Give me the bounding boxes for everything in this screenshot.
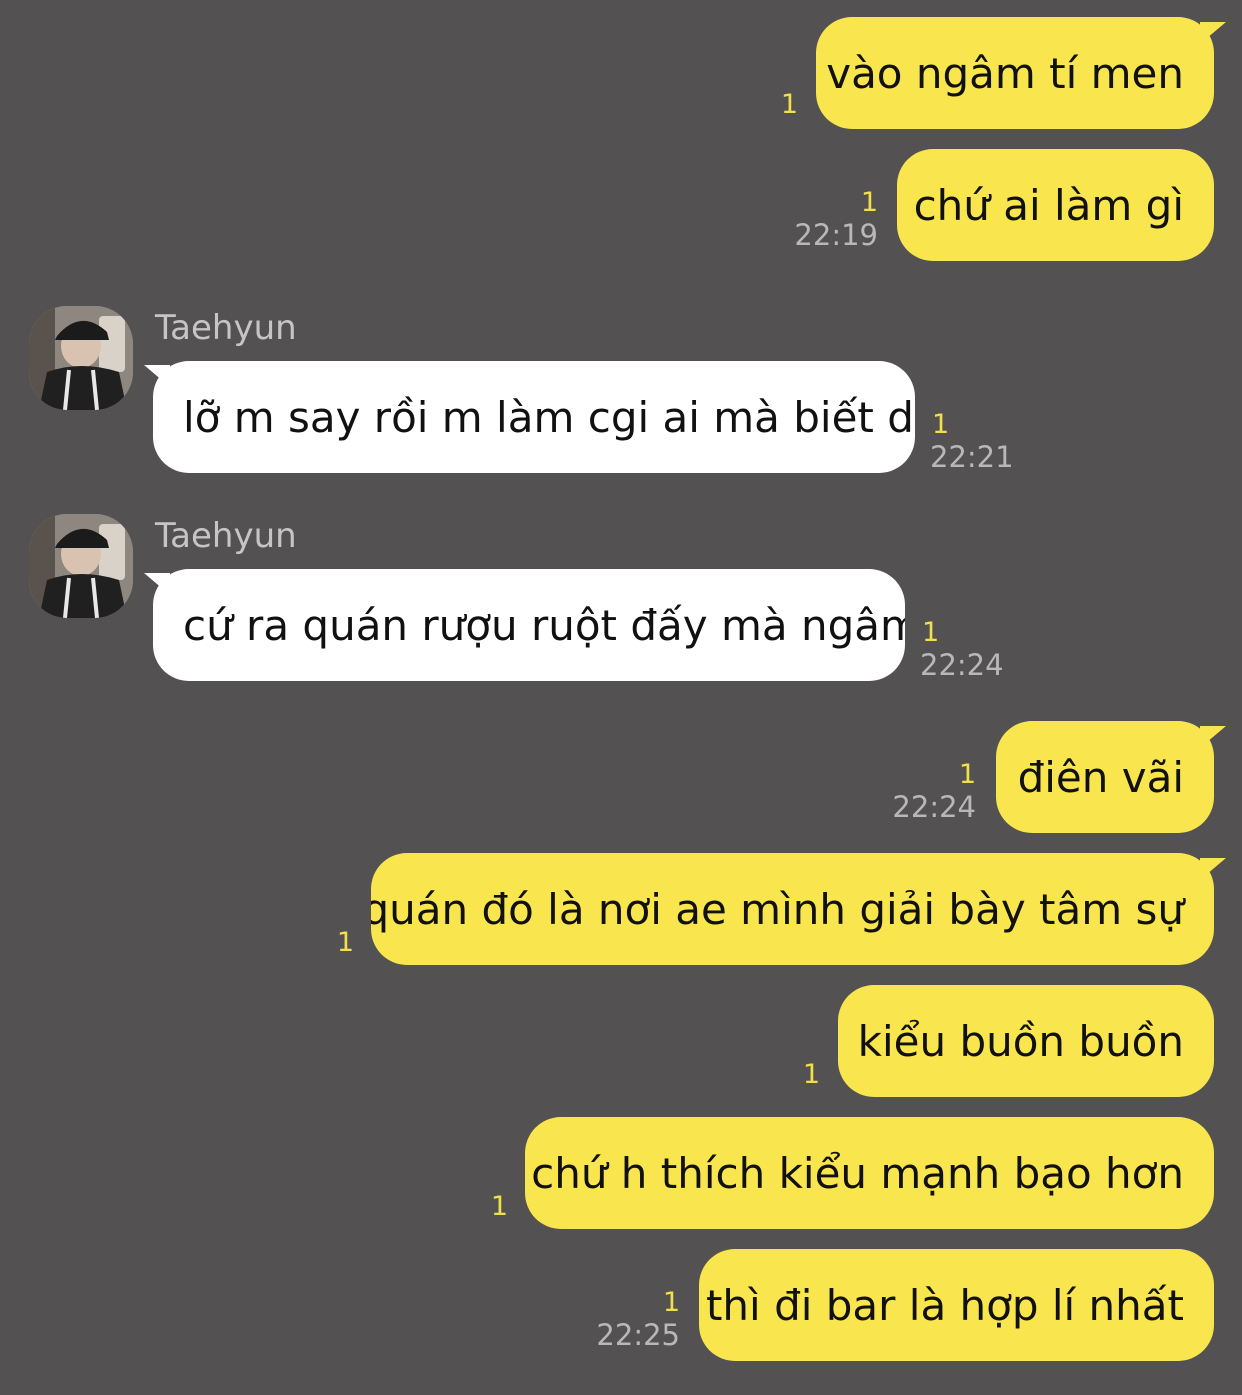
message-bubble-outgoing[interactable]: chứ h thích kiểu mạnh bạo hơn — [525, 1117, 1214, 1229]
sender-avatar[interactable] — [29, 514, 133, 618]
message-meta: 1 22:21 — [930, 409, 1030, 475]
message-meta: 1 — [740, 90, 798, 120]
message-text: vào ngâm tí men — [826, 48, 1184, 98]
message-bubble-incoming[interactable]: lỡ m say rồi m làm cgi ai mà biết dc — [153, 361, 915, 473]
unread-count: 1 — [780, 89, 798, 120]
message-text: cứ ra quán rượu ruột đấy mà ngâm — [183, 600, 905, 650]
message-meta: 1 22:19 — [780, 187, 878, 253]
message-meta: 1 — [300, 928, 354, 958]
unread-count: 1 — [802, 1059, 820, 1090]
message-text: chứ ai làm gì — [913, 180, 1184, 230]
timestamp: 22:24 — [920, 648, 1004, 682]
message-bubble-outgoing[interactable]: vào ngâm tí men — [816, 17, 1214, 129]
message-text: kiểu buồn buồn — [857, 1016, 1184, 1066]
message-bubble-incoming[interactable]: cứ ra quán rượu ruột đấy mà ngâm — [153, 569, 905, 681]
message-meta: 1 22:25 — [580, 1287, 680, 1353]
unread-count: 1 — [922, 617, 940, 648]
bubble-tail — [1200, 726, 1226, 748]
unread-count: 1 — [490, 1191, 508, 1222]
timestamp: 22:21 — [930, 440, 1014, 474]
unread-count: 1 — [860, 187, 878, 218]
timestamp: 22:25 — [596, 1318, 680, 1352]
message-bubble-outgoing[interactable]: quán đó là nơi ae mình giải bày tâm sự — [371, 853, 1214, 965]
message-text: thì đi bar là hợp lí nhất — [705, 1280, 1184, 1330]
bubble-tail — [1200, 858, 1226, 880]
message-text: lỡ m say rồi m làm cgi ai mà biết dc — [183, 392, 915, 442]
chat-area[interactable]: 1 vào ngâm tí men 1 22:19 chứ ai làm gì … — [0, 0, 1242, 1395]
message-text: quán đó là nơi ae mình giải bày tâm sự — [371, 884, 1184, 934]
message-meta: 1 22:24 — [920, 617, 1020, 683]
message-meta: 1 — [760, 1060, 820, 1090]
timestamp: 22:19 — [794, 218, 878, 252]
message-meta: 1 — [450, 1192, 508, 1222]
message-text: điên vãi — [1017, 752, 1184, 802]
avatar-photo — [29, 514, 133, 618]
avatar-photo — [29, 306, 133, 410]
sender-name: Taehyun — [155, 308, 297, 348]
message-bubble-outgoing[interactable]: thì đi bar là hợp lí nhất — [699, 1249, 1214, 1361]
message-meta: 1 22:24 — [878, 759, 976, 825]
sender-avatar[interactable] — [29, 306, 133, 410]
unread-count: 1 — [662, 1287, 680, 1318]
timestamp: 22:24 — [892, 790, 976, 824]
unread-count: 1 — [932, 409, 950, 440]
unread-count: 1 — [958, 759, 976, 790]
bubble-tail — [1200, 22, 1226, 44]
message-bubble-outgoing[interactable]: điên vãi — [996, 721, 1214, 833]
sender-name: Taehyun — [155, 516, 297, 556]
message-text: chứ h thích kiểu mạnh bạo hơn — [531, 1148, 1184, 1198]
message-bubble-outgoing[interactable]: chứ ai làm gì — [897, 149, 1214, 261]
message-bubble-outgoing[interactable]: kiểu buồn buồn — [838, 985, 1214, 1097]
unread-count: 1 — [336, 927, 354, 958]
